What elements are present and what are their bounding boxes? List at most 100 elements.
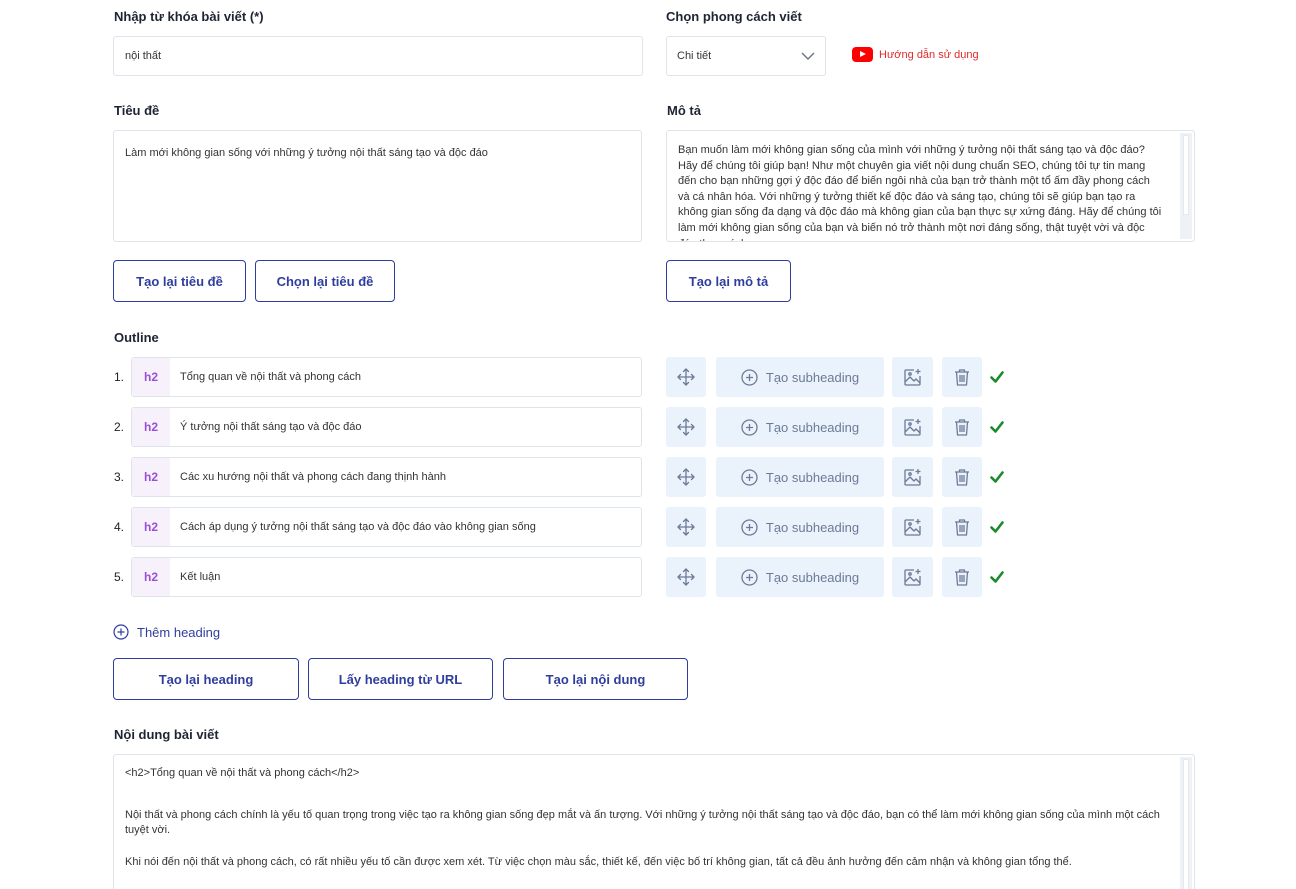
- create-subheading-button[interactable]: Tạo subheading: [716, 457, 884, 497]
- plus-circle-icon: [741, 418, 758, 436]
- trash-icon: [955, 468, 969, 486]
- add-heading-label: Thêm heading: [137, 624, 221, 640]
- outline-item-number: 4.: [114, 520, 125, 534]
- create-subheading-label: Tạo subheading: [765, 469, 860, 485]
- outline-heading-text: Ý tưởng nội thất sáng tạo và độc đáo: [180, 421, 362, 433]
- style-label: Chọn phong cách viết: [666, 9, 802, 24]
- title-textarea[interactable]: Làm mới không gian sống với những ý tưởn…: [113, 130, 642, 242]
- outline-heading-input[interactable]: h2 Kết luận: [131, 557, 642, 597]
- outline-item-number: 5.: [114, 570, 125, 584]
- image-add-icon: [904, 468, 921, 486]
- outline-heading-text: Các xu hướng nội thất và phong cách đang…: [180, 471, 446, 483]
- heading-level-tag[interactable]: h2: [132, 408, 170, 446]
- outline-heading-input[interactable]: h2 Tổng quan về nội thất và phong cách: [131, 357, 642, 397]
- drag-handle[interactable]: [666, 457, 706, 497]
- content-scrollbar[interactable]: [1180, 757, 1192, 889]
- add-image-button[interactable]: [892, 557, 933, 597]
- move-arrows-icon: [677, 468, 695, 486]
- trash-icon: [955, 418, 969, 436]
- guide-label: Hướng dẫn sử dụng: [879, 48, 979, 61]
- guide-link[interactable]: Hướng dẫn sử dụng: [852, 47, 979, 62]
- create-subheading-button[interactable]: Tạo subheading: [716, 407, 884, 447]
- plus-circle-icon: [113, 624, 129, 640]
- heading-level-tag[interactable]: h2: [132, 558, 170, 596]
- delete-heading-button[interactable]: [942, 357, 982, 397]
- content-paragraph-2: Khi nói đến nội thất và phong cách, có r…: [125, 855, 1072, 868]
- create-subheading-button[interactable]: Tạo subheading: [716, 507, 884, 547]
- drag-handle[interactable]: [666, 507, 706, 547]
- check-icon: [990, 521, 1004, 533]
- check-icon: [990, 471, 1004, 483]
- trash-icon: [955, 518, 969, 536]
- description-label: Mô tả: [667, 103, 701, 118]
- content-textarea[interactable]: <h2>Tổng quan về nội thất và phong cách<…: [113, 754, 1195, 889]
- outline-item-number: 2.: [114, 420, 125, 434]
- description-text: Bạn muốn làm mới không gian sống của mìn…: [678, 144, 1162, 241]
- check-icon: [990, 371, 1004, 383]
- delete-heading-button[interactable]: [942, 507, 982, 547]
- plus-circle-icon: [741, 518, 758, 536]
- add-image-button[interactable]: [892, 457, 933, 497]
- style-select[interactable]: Chi tiết: [666, 36, 826, 76]
- drag-handle[interactable]: [666, 557, 706, 597]
- create-subheading-label: Tạo subheading: [765, 419, 860, 435]
- create-subheading-button[interactable]: Tạo subheading: [716, 357, 884, 397]
- regen-content-button[interactable]: Tạo lại nội dung: [503, 658, 688, 700]
- move-arrows-icon: [677, 518, 695, 536]
- move-arrows-icon: [677, 418, 695, 436]
- image-add-icon: [904, 418, 921, 436]
- create-subheading-label: Tạo subheading: [765, 519, 860, 535]
- style-selected-value: Chi tiết: [677, 50, 712, 62]
- delete-heading-button[interactable]: [942, 407, 982, 447]
- plus-circle-icon: [741, 568, 758, 586]
- outline-label: Outline: [114, 330, 159, 345]
- content-paragraph-1: Nội thất và phong cách chính là yếu tố q…: [125, 808, 1160, 837]
- add-image-button[interactable]: [892, 407, 933, 447]
- choose-title-button[interactable]: Chọn lại tiêu đề: [255, 260, 395, 302]
- add-image-button[interactable]: [892, 357, 933, 397]
- description-scroll-thumb[interactable]: [1183, 135, 1189, 215]
- chevron-down-icon: [801, 52, 815, 60]
- image-add-icon: [904, 368, 921, 386]
- heading-level-tag[interactable]: h2: [132, 358, 170, 396]
- image-add-icon: [904, 568, 921, 586]
- drag-handle[interactable]: [666, 407, 706, 447]
- move-arrows-icon: [677, 568, 695, 586]
- heading-level-tag[interactable]: h2: [132, 458, 170, 496]
- delete-heading-button[interactable]: [942, 457, 982, 497]
- trash-icon: [955, 368, 969, 386]
- outline-heading-text: Tổng quan về nội thất và phong cách: [180, 371, 362, 383]
- regen-description-button[interactable]: Tạo lại mô tả: [666, 260, 791, 302]
- create-subheading-label: Tạo subheading: [765, 369, 860, 385]
- drag-handle[interactable]: [666, 357, 706, 397]
- keyword-input[interactable]: nội thất: [113, 36, 643, 76]
- content-scroll-thumb[interactable]: [1183, 759, 1189, 889]
- trash-icon: [955, 568, 969, 586]
- outline-heading-text: Kết luận: [180, 571, 221, 583]
- heading-level-tag[interactable]: h2: [132, 508, 170, 546]
- outline-item-number: 3.: [114, 470, 125, 484]
- add-heading-button[interactable]: Thêm heading: [113, 624, 220, 640]
- youtube-icon: [852, 47, 873, 62]
- outline-heading-input[interactable]: h2 Các xu hướng nội thất và phong cách đ…: [131, 457, 642, 497]
- url-heading-button[interactable]: Lấy heading từ URL: [308, 658, 493, 700]
- keyword-label: Nhập từ khóa bài viết (*): [114, 9, 264, 24]
- outline-heading-text: Cách áp dụng ý tưởng nội thất sáng tạo v…: [180, 521, 536, 533]
- description-textarea[interactable]: Bạn muốn làm mới không gian sống của mìn…: [666, 130, 1195, 242]
- create-subheading-label: Tạo subheading: [765, 569, 860, 585]
- create-subheading-button[interactable]: Tạo subheading: [716, 557, 884, 597]
- description-scrollbar[interactable]: [1180, 133, 1192, 239]
- add-image-button[interactable]: [892, 507, 933, 547]
- check-icon: [990, 571, 1004, 583]
- image-add-icon: [904, 518, 921, 536]
- outline-heading-input[interactable]: h2 Cách áp dụng ý tưởng nội thất sáng tạ…: [131, 507, 642, 547]
- delete-heading-button[interactable]: [942, 557, 982, 597]
- regen-title-button[interactable]: Tạo lại tiêu đề: [113, 260, 246, 302]
- outline-item-number: 1.: [114, 370, 125, 384]
- plus-circle-icon: [741, 368, 758, 386]
- content-label: Nội dung bài viết: [114, 727, 219, 742]
- move-arrows-icon: [677, 368, 695, 386]
- outline-heading-input[interactable]: h2 Ý tưởng nội thất sáng tạo và độc đáo: [131, 407, 642, 447]
- title-label: Tiêu đề: [114, 103, 160, 118]
- regen-heading-button[interactable]: Tạo lại heading: [113, 658, 299, 700]
